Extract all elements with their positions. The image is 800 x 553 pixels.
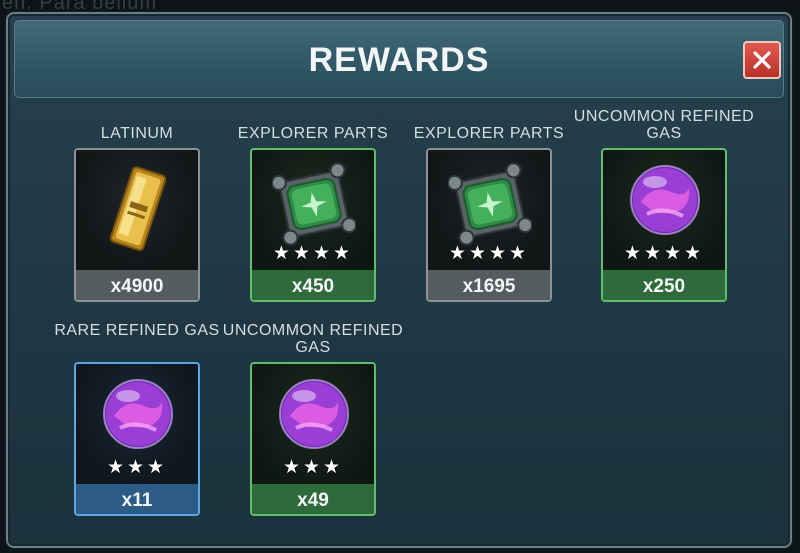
dialog-header: REWARDS	[14, 20, 784, 98]
reward-art	[76, 150, 198, 270]
close-icon	[753, 51, 771, 69]
dialog-title: REWARDS	[308, 41, 490, 79]
reward-name: EXPLORER PARTS	[413, 125, 565, 142]
latinum-bar-icon	[109, 166, 167, 251]
reward-quantity: x250	[603, 270, 725, 300]
reward-name: UNCOMMON REFINED GAS	[222, 322, 404, 356]
reward-name: EXPLORER PARTS	[237, 125, 389, 142]
rewards-dialog: REWARDS LATINUM x4900 EXPLORER PARTS ★★★…	[6, 12, 792, 548]
reward-quantity: x4900	[76, 270, 198, 300]
explorer-parts-icon	[448, 162, 532, 246]
reward-art: ★★★★	[252, 150, 374, 270]
reward-quantity: x11	[76, 484, 198, 514]
reward-art: ★★★	[252, 364, 374, 484]
reward-quantity: x1695	[428, 270, 550, 300]
reward-art: ★★★★	[428, 150, 550, 270]
reward-stars: ★★★★	[272, 243, 354, 264]
refined-gas-orb-icon	[279, 379, 349, 449]
reward-stars: ★★★	[282, 457, 344, 478]
reward-card[interactable]: ★★★★ x450	[250, 148, 376, 302]
reward-art: ★★★	[76, 364, 198, 484]
reward-card[interactable]: ★★★★ x250	[601, 148, 727, 302]
reward-stars: ★★★★	[448, 243, 530, 264]
reward-stars: ★★★	[106, 457, 168, 478]
reward-quantity: x49	[252, 484, 374, 514]
reward-card[interactable]: x4900	[74, 148, 200, 302]
refined-gas-orb-icon	[630, 165, 700, 235]
reward-name: LATINUM	[100, 125, 174, 142]
reward-card[interactable]: ★★★★ x1695	[426, 148, 552, 302]
close-button[interactable]	[743, 41, 781, 79]
reward-quantity: x450	[252, 270, 374, 300]
reward-card[interactable]: ★★★ x49	[250, 362, 376, 516]
reward-art: ★★★★	[603, 150, 725, 270]
refined-gas-orb-icon	[103, 379, 173, 449]
reward-name: RARE REFINED GAS	[54, 322, 220, 339]
reward-stars: ★★★★	[623, 243, 705, 264]
explorer-parts-icon	[272, 162, 356, 246]
reward-name: UNCOMMON REFINED GAS	[573, 108, 755, 142]
reward-card[interactable]: ★★★ x11	[74, 362, 200, 516]
